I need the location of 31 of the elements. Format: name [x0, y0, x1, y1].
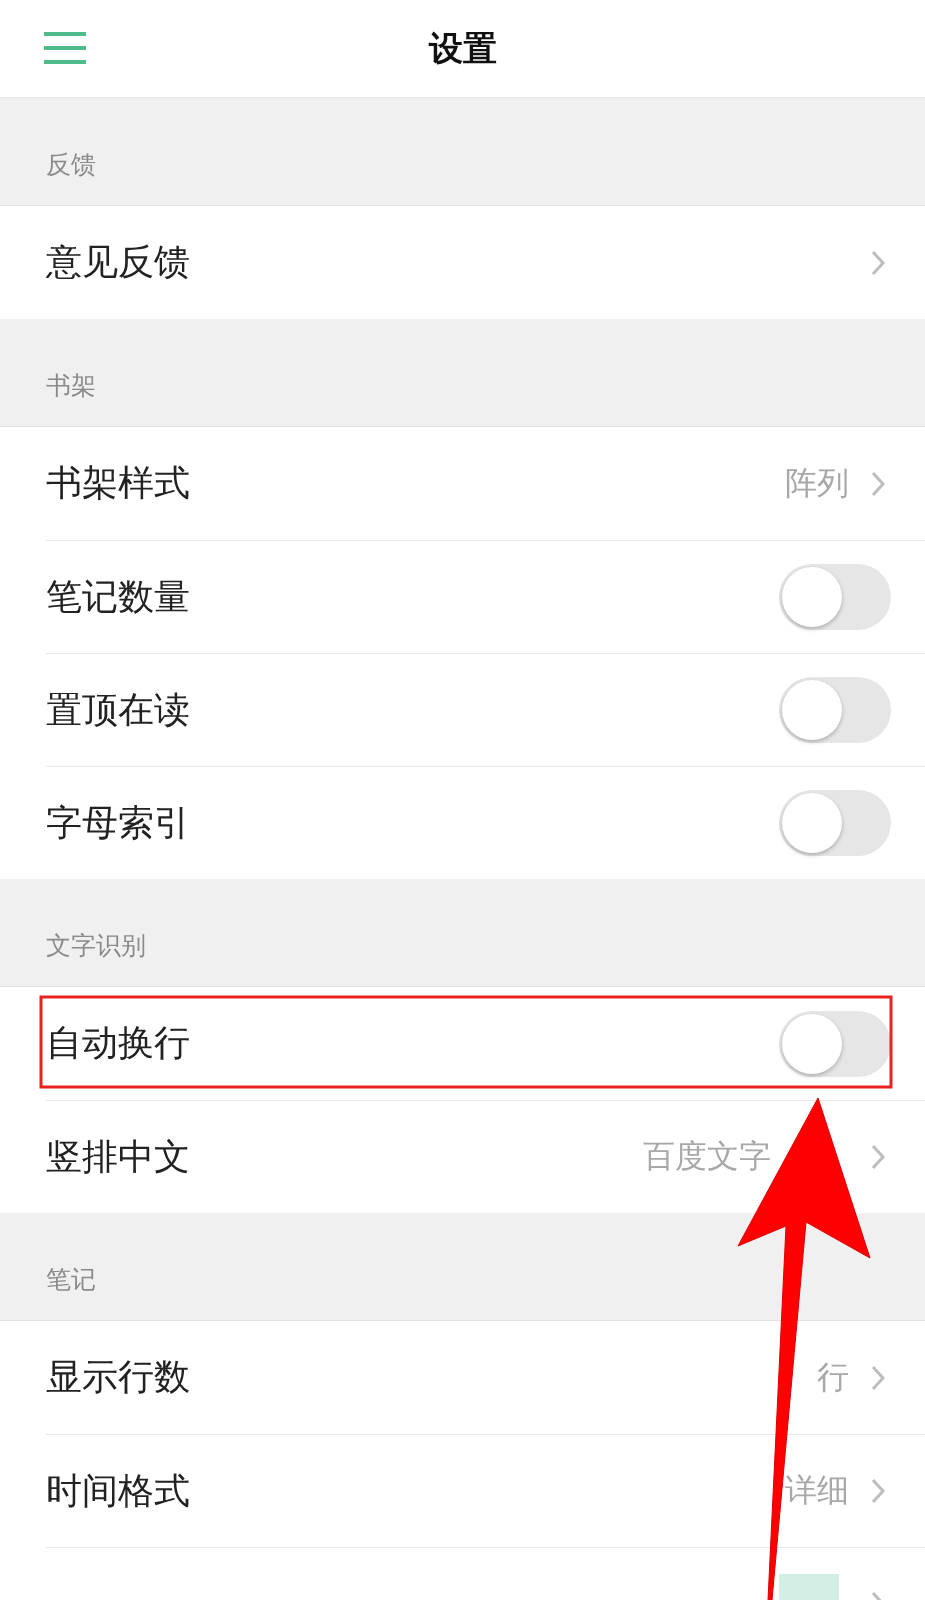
row-label: 竖排中文: [46, 1134, 190, 1179]
row-label: 笔记数量: [46, 574, 190, 619]
toggle-switch[interactable]: [779, 1010, 891, 1077]
row-label: 时间格式: [46, 1468, 190, 1513]
row-label: 自动换行: [46, 1021, 190, 1065]
row-label: 书架样式: [46, 461, 190, 505]
menu-icon[interactable]: [44, 32, 86, 64]
row-label: 字母索引: [46, 800, 190, 845]
row-value: 行: [817, 1356, 849, 1398]
chevron-icon: [871, 1144, 885, 1170]
row-value: 详细: [785, 1470, 849, 1511]
settings-row[interactable]: 笔记数量: [46, 540, 925, 653]
page-title: 设置: [428, 26, 497, 70]
settings-row[interactable]: 置顶在读: [46, 653, 925, 766]
chevron-icon: [871, 1364, 885, 1391]
section-title: 书架: [46, 370, 96, 402]
row-value: 阵列: [785, 462, 849, 504]
section-title: 文字识别: [46, 930, 146, 962]
settings-row[interactable]: 书架样式 阵列: [46, 427, 925, 540]
settings-row[interactable]: 自动换行: [46, 987, 925, 1100]
row-label: 显示行数: [46, 1355, 190, 1399]
chevron-icon: [871, 249, 885, 276]
chevron-icon: [871, 1478, 885, 1504]
row-value: 百度文字: [643, 1136, 771, 1177]
settings-row[interactable]: 字母索引: [46, 766, 925, 879]
settings-row[interactable]: 显示行数 行: [46, 1321, 925, 1434]
chevron-icon: [871, 470, 885, 497]
row-label: 置顶在读: [46, 687, 190, 732]
section-title: 反馈: [46, 149, 96, 181]
section-title: 笔记: [46, 1264, 96, 1296]
row-label: 意见反馈: [46, 240, 190, 284]
